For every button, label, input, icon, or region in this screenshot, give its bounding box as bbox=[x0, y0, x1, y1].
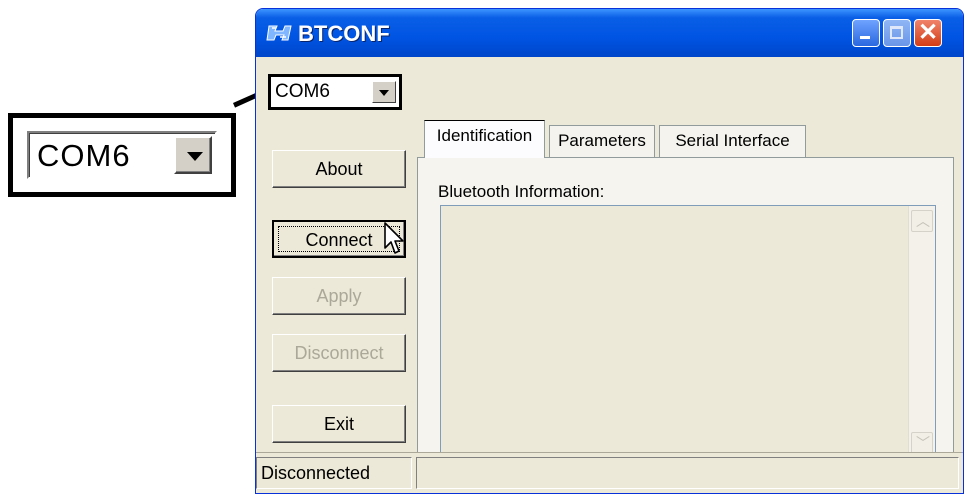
zoom-callout: COM6 bbox=[8, 113, 236, 197]
vertical-scrollbar[interactable]: ︿ ﹀ bbox=[908, 206, 935, 458]
maximize-icon bbox=[890, 26, 903, 39]
tab-parameters-label: Parameters bbox=[558, 131, 646, 150]
tab-serial-interface-label: Serial Interface bbox=[675, 131, 790, 150]
apply-label: Apply bbox=[316, 286, 362, 306]
apply-button[interactable]: Apply bbox=[272, 277, 406, 315]
exit-button[interactable]: Exit bbox=[272, 405, 406, 443]
btconf-window: BTCONF ✕ COM6 About Connect Apply Discon… bbox=[255, 8, 964, 494]
client-area: COM6 About Connect Apply Disconnect Exit… bbox=[256, 57, 963, 493]
connect-label: Connect bbox=[305, 230, 373, 250]
disconnect-button[interactable]: Disconnect bbox=[272, 334, 406, 372]
identification-panel: Bluetooth Information: ︿ ﹀ bbox=[417, 157, 954, 489]
status-bar: Disconnected bbox=[256, 452, 963, 493]
scroll-up-button[interactable]: ︿ bbox=[911, 210, 933, 232]
about-label: About bbox=[315, 159, 363, 179]
close-button[interactable]: ✕ bbox=[914, 19, 942, 47]
bluetooth-info-label: Bluetooth Information: bbox=[438, 182, 605, 201]
mouse-cursor-icon bbox=[384, 222, 404, 254]
chevron-down-icon: ﹀ bbox=[916, 435, 930, 451]
chevron-up-icon: ︿ bbox=[916, 213, 930, 229]
chevron-down-icon bbox=[379, 90, 389, 96]
about-button[interactable]: About bbox=[272, 150, 406, 188]
disconnect-label: Disconnect bbox=[294, 343, 384, 363]
port-dropdown-button[interactable] bbox=[372, 81, 396, 103]
callout-port-select: COM6 bbox=[27, 131, 217, 179]
minimize-icon bbox=[860, 36, 870, 39]
tab-identification[interactable]: Identification bbox=[424, 120, 545, 158]
tab-identification-label: Identification bbox=[436, 126, 533, 145]
tab-parameters[interactable]: Parameters bbox=[549, 125, 655, 157]
app-icon bbox=[266, 25, 292, 41]
callout-dropdown-button bbox=[174, 136, 212, 174]
port-select-value: COM6 bbox=[275, 81, 330, 102]
callout-port-value: COM6 bbox=[37, 138, 131, 173]
exit-label: Exit bbox=[323, 414, 354, 434]
close-icon: ✕ bbox=[918, 19, 939, 46]
chevron-down-icon bbox=[187, 152, 203, 161]
scroll-down-button[interactable]: ﹀ bbox=[911, 432, 933, 454]
port-select[interactable]: COM6 bbox=[268, 74, 402, 110]
minimize-button[interactable] bbox=[852, 19, 880, 47]
maximize-button bbox=[883, 19, 911, 47]
tab-serial-interface[interactable]: Serial Interface bbox=[659, 125, 806, 157]
title-bar[interactable]: BTCONF ✕ bbox=[256, 9, 963, 57]
status-text: Disconnected bbox=[256, 457, 412, 489]
bluetooth-info-textbox[interactable]: ︿ ﹀ bbox=[440, 205, 936, 459]
status-cell-empty bbox=[416, 457, 959, 489]
window-title: BTCONF bbox=[298, 21, 390, 46]
